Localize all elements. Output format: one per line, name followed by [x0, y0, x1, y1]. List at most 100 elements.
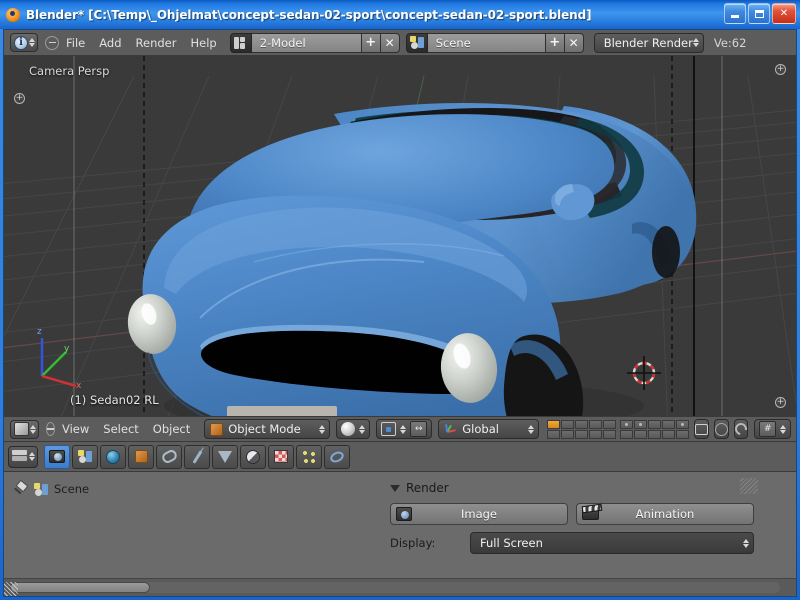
screen-layout-group: 2-Model + ✕ [229, 32, 400, 53]
viewport-expand-icon[interactable]: + [775, 397, 786, 408]
layer-cell[interactable] [575, 419, 589, 429]
layer-cell[interactable] [575, 429, 589, 439]
pin-icon[interactable] [14, 482, 28, 496]
layer-cell[interactable] [589, 419, 603, 429]
properties-region-expand-icon[interactable]: + [775, 64, 786, 75]
minimize-button[interactable] [724, 3, 746, 24]
layer-cell[interactable] [676, 419, 690, 429]
snap-target-select[interactable]: # [754, 419, 792, 439]
solid-shading-icon [341, 422, 356, 436]
viewport-shading-select[interactable] [336, 419, 371, 439]
delete-screen-button[interactable]: ✕ [380, 32, 400, 53]
magnet-snap-icon[interactable] [732, 419, 750, 439]
layer-cell[interactable] [648, 429, 662, 439]
layer-cell[interactable] [589, 429, 603, 439]
render-panel-header[interactable]: Render [386, 476, 758, 503]
layer-cell[interactable] [561, 419, 575, 429]
layer-cell[interactable] [634, 429, 648, 439]
svg-text:y: y [64, 344, 70, 354]
tab-world[interactable] [100, 444, 126, 469]
tab-physics[interactable] [324, 444, 350, 469]
editor-type-selector-properties[interactable] [8, 445, 38, 468]
render-image-button[interactable]: Image [390, 503, 568, 525]
manipulator-widget-icon[interactable]: ↔ [410, 421, 428, 437]
scene-icon [78, 450, 92, 463]
viewport-render: z y x [4, 56, 796, 416]
proportional-edit-icon[interactable] [714, 419, 730, 439]
updown-arrows-icon [400, 424, 407, 434]
horizontal-scrollbar-track[interactable] [10, 582, 780, 593]
display-mode-select[interactable]: Full Screen [470, 532, 754, 554]
add-screen-button[interactable]: + [361, 32, 381, 53]
horizontal-scrollbar-thumb[interactable] [10, 582, 150, 593]
mesh-triangle-icon [218, 450, 232, 463]
collapse-menu-icon[interactable] [45, 35, 59, 50]
layer-cell[interactable] [603, 429, 617, 439]
add-scene-button[interactable]: + [545, 32, 565, 53]
tab-render[interactable] [44, 444, 70, 469]
layer-cell[interactable] [603, 419, 617, 429]
layer-cell[interactable] [547, 429, 561, 439]
render-animation-button[interactable]: Animation [576, 503, 754, 525]
screen-layout-icon[interactable] [229, 32, 252, 53]
tab-object[interactable] [128, 444, 154, 469]
menu-view[interactable]: View [55, 419, 96, 439]
menu-render[interactable]: Render [129, 33, 184, 53]
render-animation-icon [582, 507, 599, 520]
scene-name-field[interactable]: Scene [427, 32, 546, 53]
scene-layers-grid[interactable] [547, 419, 690, 439]
resize-grip-icon[interactable] [4, 582, 18, 596]
delete-scene-button[interactable]: ✕ [564, 32, 584, 53]
layer-cell[interactable] [648, 419, 662, 429]
tab-material[interactable] [240, 444, 266, 469]
scene-icon[interactable] [405, 32, 428, 53]
layer-cell[interactable] [662, 429, 676, 439]
menu-file[interactable]: File [59, 33, 92, 53]
tab-constraints[interactable] [156, 444, 182, 469]
menu-help[interactable]: Help [183, 33, 223, 53]
3d-viewport[interactable]: z y x Camera Persp (1) Sedan02 RL + + + [4, 56, 796, 416]
render-animation-label: Animation [635, 507, 695, 521]
tab-data[interactable] [212, 444, 238, 469]
layer-group-last-five [620, 419, 690, 439]
render-border-icon[interactable] [694, 419, 710, 439]
svg-text:z: z [37, 327, 42, 337]
menu-object[interactable]: Object [146, 419, 197, 439]
layer-cell[interactable] [620, 429, 634, 439]
tab-modifiers[interactable] [184, 444, 210, 469]
tab-texture[interactable] [268, 444, 294, 469]
menu-add[interactable]: Add [92, 33, 128, 53]
layer-cell[interactable] [634, 419, 648, 429]
collapse-menu-icon[interactable] [46, 422, 55, 436]
particles-icon [302, 449, 316, 464]
render-panel-title: Render [406, 481, 449, 495]
axis-orientation-icon [443, 422, 458, 436]
layer-cell[interactable] [662, 419, 676, 429]
editor-type-selector-view3d[interactable] [10, 419, 39, 439]
layer-cell[interactable] [620, 419, 634, 429]
menu-select[interactable]: Select [96, 419, 145, 439]
transform-orientation-select[interactable]: Global [438, 419, 540, 439]
editor-type-selector-info[interactable]: i [10, 33, 38, 52]
layer-group-first-five [547, 419, 617, 439]
layer-cell[interactable] [561, 429, 575, 439]
window-controls: ✕ [724, 3, 796, 24]
tab-particles[interactable] [296, 444, 322, 469]
info-editor-header: i File Add Render Help 2-Model + ✕ Scene… [4, 30, 796, 56]
close-button[interactable]: ✕ [772, 3, 796, 24]
tab-scene[interactable] [72, 444, 98, 469]
toolshelf-expand-icon[interactable]: + [14, 93, 25, 104]
render-image-icon [396, 507, 412, 521]
render-engine-select[interactable]: Blender Render [593, 32, 704, 53]
screen-layout-field[interactable]: 2-Model [251, 32, 362, 53]
interaction-mode-select[interactable]: Object Mode [204, 419, 331, 439]
layer-cell[interactable] [547, 419, 561, 429]
window-title: Blender* [C:\Temp\_Ohjelmat\concept-seda… [26, 7, 592, 22]
resize-grip-icon[interactable] [740, 478, 758, 494]
layer-cell[interactable] [676, 429, 690, 439]
pivot-point-select[interactable]: ↔ [376, 419, 433, 439]
info-editor-icon: i [14, 35, 28, 50]
physics-orbit-icon [328, 449, 346, 464]
updown-arrows-icon [29, 452, 35, 461]
maximize-button[interactable] [748, 3, 770, 24]
